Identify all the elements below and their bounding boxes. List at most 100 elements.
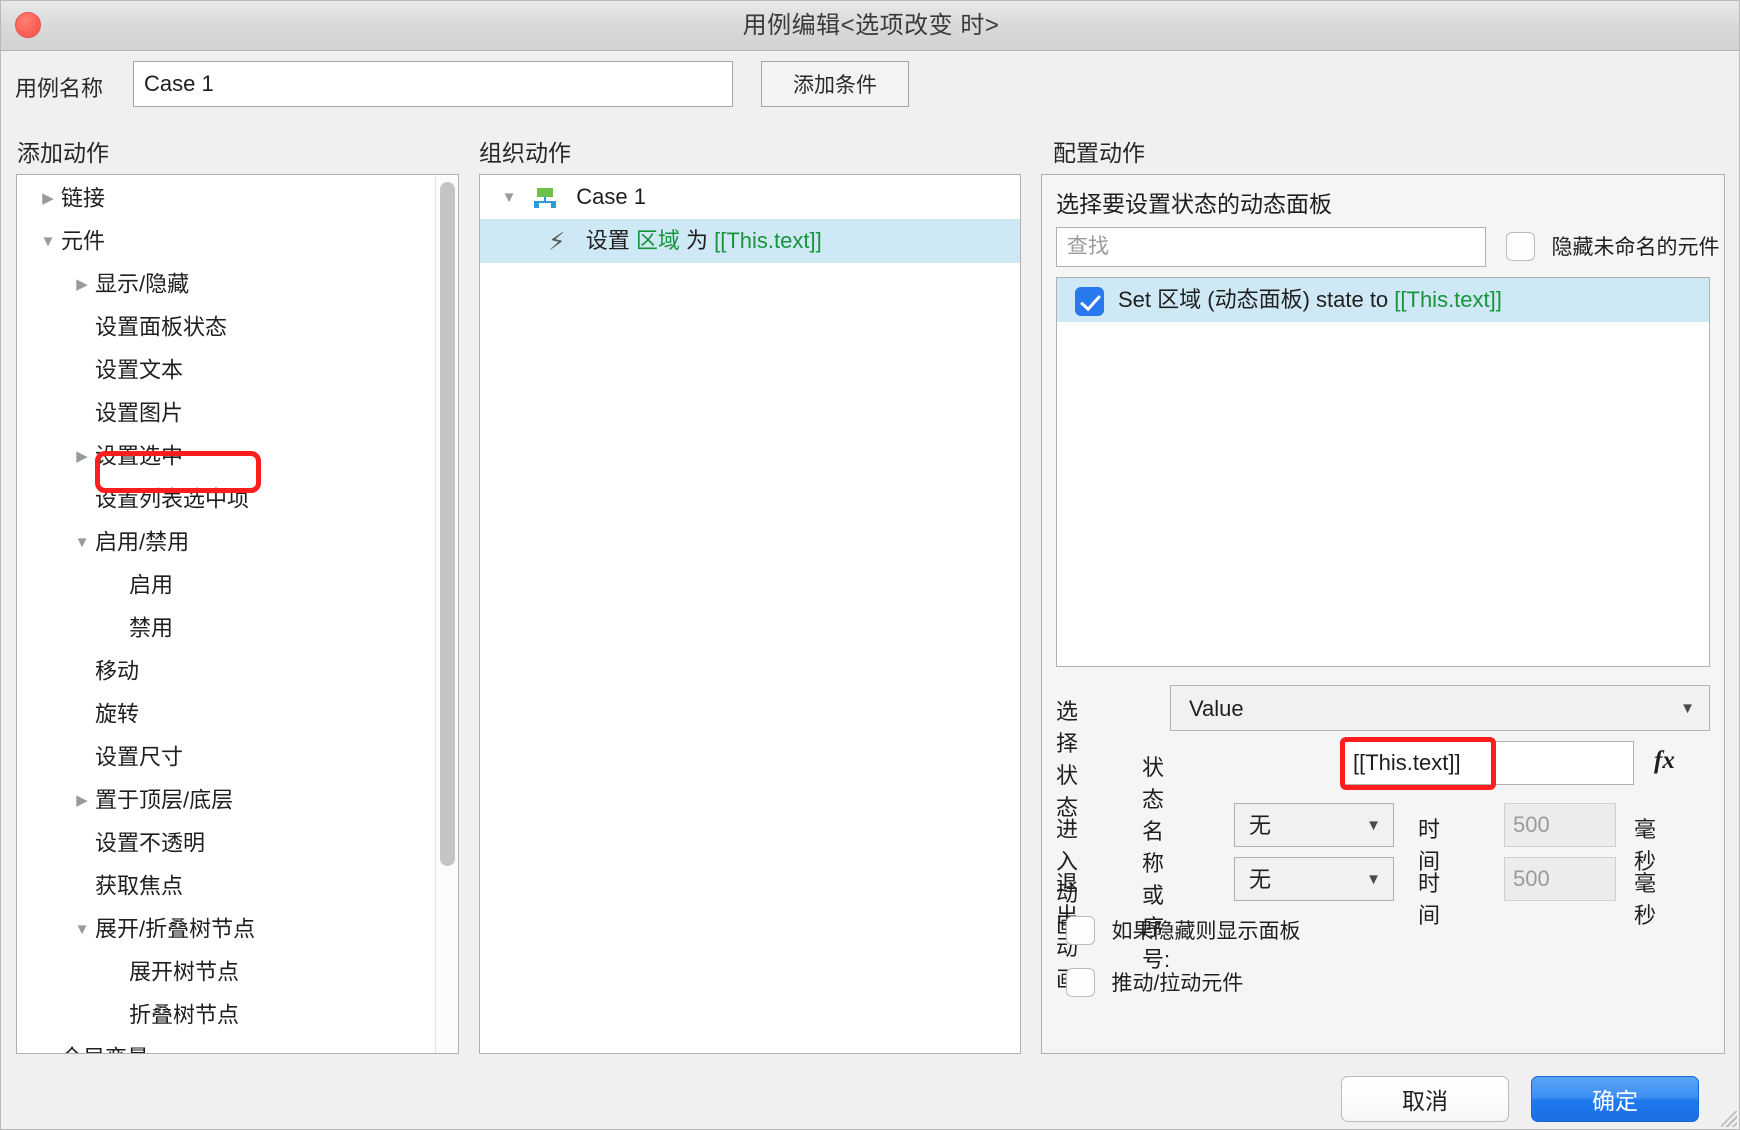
tree-item[interactable]: ▶旋转 xyxy=(17,691,437,734)
configure-action-panel: 选择要设置状态的动态面板 隐藏未命名的元件 Set 区域 (动态面板) stat… xyxy=(1041,174,1725,1054)
widget-list: Set 区域 (动态面板) state to [[This.text]] xyxy=(1056,277,1710,667)
tree-item[interactable]: ▶设置文本 xyxy=(17,347,437,390)
tree-item[interactable]: ▶设置列表选中项 xyxy=(17,476,437,519)
tree-item[interactable]: ▶设置图片 xyxy=(17,390,437,433)
tree-indent-spacer: ▶ xyxy=(69,478,95,521)
select-state-dropdown[interactable]: Value ▼ xyxy=(1170,685,1710,731)
checkbox-checked-icon[interactable] xyxy=(1075,286,1104,316)
case-name-row: 用例名称 添加条件 xyxy=(1,51,1739,119)
organize-action-value: [[This.text]] xyxy=(714,228,822,253)
action-tree-scrollbar[interactable] xyxy=(435,176,457,1053)
tree-item[interactable]: ▶启用 xyxy=(17,562,437,605)
tree-item[interactable]: ▶移动 xyxy=(17,648,437,691)
chevron-right-icon[interactable]: ▶ xyxy=(35,1037,61,1053)
tree-item[interactable]: ▶设置面板状态 xyxy=(17,304,437,347)
exit-time-input[interactable] xyxy=(1504,857,1616,901)
list-item[interactable]: Set 区域 (动态面板) state to [[This.text]] xyxy=(1057,278,1709,322)
tree-item-label: 获取焦点 xyxy=(95,873,184,899)
tree-item[interactable]: ▶设置尺寸 xyxy=(17,734,437,777)
tree-item[interactable]: ▼ 展开/折叠树节点 xyxy=(17,906,437,949)
cancel-button[interactable]: 取消 xyxy=(1341,1076,1509,1122)
organize-case-row[interactable]: ▼ Case 1 xyxy=(480,175,1020,219)
push-pull-checkbox[interactable]: 推动/拉动元件 xyxy=(1066,967,1243,997)
window-title: 用例编辑<选项改变 时> xyxy=(742,12,1000,39)
action-tree-scrollbar-thumb[interactable] xyxy=(440,182,455,866)
tree-item-label: 禁用 xyxy=(129,615,174,641)
exit-animation-dropdown[interactable]: 无 ▼ xyxy=(1234,857,1394,901)
search-input[interactable] xyxy=(1056,227,1486,267)
tree-item[interactable]: ▶ 设置选中 xyxy=(17,433,437,476)
state-name-input[interactable] xyxy=(1344,741,1634,785)
tree-item-label: 移动 xyxy=(95,658,140,684)
tree-item[interactable]: ▼ 元件 xyxy=(17,218,437,261)
enter-time-input[interactable] xyxy=(1504,803,1616,847)
checkbox-icon[interactable] xyxy=(1066,915,1095,945)
tree-item-label: 设置尺寸 xyxy=(95,744,184,770)
chevron-down-icon: ▼ xyxy=(1366,817,1381,834)
organize-action-target: 区域 xyxy=(635,228,680,253)
tree-item-label: 设置列表选中项 xyxy=(95,486,250,512)
enter-animation-dropdown[interactable]: 无 ▼ xyxy=(1234,803,1394,847)
chevron-right-icon[interactable]: ▶ xyxy=(69,435,95,478)
organize-action-middle: 为 xyxy=(685,228,708,253)
tree-item[interactable]: ▶展开树节点 xyxy=(17,949,437,992)
tree-item-label: 启用 xyxy=(129,572,174,598)
chevron-down-icon[interactable]: ▼ xyxy=(35,220,61,263)
tree-indent-spacer: ▶ xyxy=(69,822,95,865)
checkbox-icon[interactable] xyxy=(1506,231,1535,261)
chevron-right-icon[interactable]: ▶ xyxy=(69,263,95,306)
exit-animation-value: 无 xyxy=(1249,867,1272,892)
chevron-down-icon[interactable]: ▼ xyxy=(69,908,95,951)
tree-item[interactable]: ▶ 显示/隐藏 xyxy=(17,261,437,304)
push-pull-label: 推动/拉动元件 xyxy=(1111,972,1244,995)
select-state-label: 选择状态 xyxy=(1056,699,1079,820)
tree-item[interactable]: ▶设置不透明 xyxy=(17,820,437,863)
tree-item-label: 链接 xyxy=(61,185,106,211)
organize-action-panel: ▼ Case 1 ⚡ 设置 区域 为 [[This.text]] xyxy=(479,174,1021,1054)
tree-item[interactable]: ▶折叠树节点 xyxy=(17,992,437,1035)
tree-item[interactable]: ▼ 启用/禁用 xyxy=(17,519,437,562)
chevron-down-icon[interactable]: ▼ xyxy=(69,521,95,564)
tree-indent-spacer: ▶ xyxy=(103,951,129,994)
ok-button[interactable]: 确定 xyxy=(1531,1076,1699,1122)
tree-item-label: 设置选中 xyxy=(95,443,184,469)
tree-indent-spacer: ▶ xyxy=(69,306,95,349)
tree-item[interactable]: ▶ 链接 xyxy=(17,175,437,218)
organize-case-label: Case 1 xyxy=(576,184,646,209)
organize-action-heading: 组织动作 xyxy=(479,140,571,166)
lightning-bolt-icon: ⚡ xyxy=(548,227,566,256)
tree-item-label: 元件 xyxy=(61,228,106,254)
tree-item-label: 显示/隐藏 xyxy=(95,271,190,297)
tree-item-label: 设置不透明 xyxy=(95,830,206,856)
tree-item[interactable]: ▶禁用 xyxy=(17,605,437,648)
case-editor-dialog: 用例编辑<选项改变 时> 用例名称 添加条件 添加动作 组织动作 配置动作 ▶链… xyxy=(0,0,1740,1130)
chevron-down-icon[interactable]: ▼ xyxy=(496,176,522,220)
chevron-down-icon: ▼ xyxy=(1680,700,1695,717)
tree-item[interactable]: ▶全局变量 xyxy=(17,1035,437,1053)
chevron-down-icon: ▼ xyxy=(1366,871,1381,888)
resize-grip[interactable] xyxy=(1721,1111,1737,1127)
tree-indent-spacer: ▶ xyxy=(103,994,129,1037)
hide-unnamed-label: 隐藏未命名的元件 xyxy=(1551,236,1720,259)
title-bar: 用例编辑<选项改变 时> xyxy=(1,1,1739,51)
tree-item-label: 设置面板状态 xyxy=(95,314,228,340)
show-if-hidden-checkbox[interactable]: 如果隐藏则显示面板 xyxy=(1066,915,1300,945)
tree-indent-spacer: ▶ xyxy=(69,349,95,392)
case-name-input[interactable] xyxy=(133,61,733,107)
chevron-right-icon[interactable]: ▶ xyxy=(69,779,95,822)
fx-button[interactable]: fx xyxy=(1654,747,1675,775)
chevron-right-icon[interactable]: ▶ xyxy=(35,177,61,220)
tree-indent-spacer: ▶ xyxy=(69,736,95,779)
add-condition-button[interactable]: 添加条件 xyxy=(761,61,909,107)
checkbox-icon[interactable] xyxy=(1066,967,1095,997)
tree-item[interactable]: ▶获取焦点 xyxy=(17,863,437,906)
configure-panel-title: 选择要设置状态的动态面板 xyxy=(1056,191,1332,217)
add-action-panel: ▶链接▼元件▶显示/隐藏▶设置面板状态▶设置文本▶设置图片▶设置选中▶设置列表选… xyxy=(16,174,459,1054)
organize-action-row[interactable]: ⚡ 设置 区域 为 [[This.text]] xyxy=(480,219,1020,263)
enter-animation-value: 无 xyxy=(1249,813,1272,838)
tree-indent-spacer: ▶ xyxy=(103,564,129,607)
hide-unnamed-checkbox[interactable]: 隐藏未命名的元件 xyxy=(1506,231,1719,263)
tree-item[interactable]: ▶ 置于顶层/底层 xyxy=(17,777,437,820)
tree-indent-spacer: ▶ xyxy=(69,392,95,435)
tree-item-label: 展开/折叠树节点 xyxy=(95,916,256,942)
